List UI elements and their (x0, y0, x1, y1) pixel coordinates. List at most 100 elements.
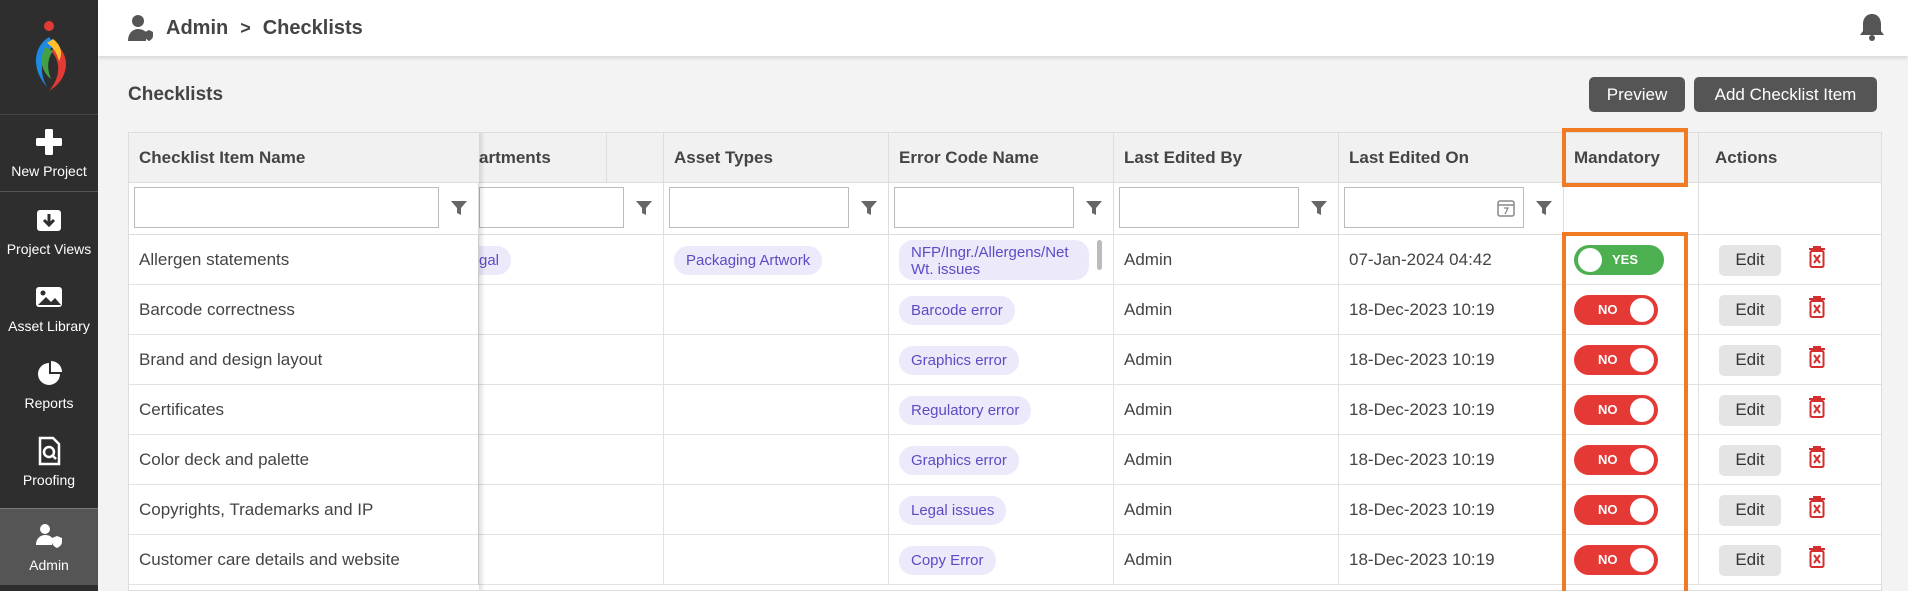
mandatory-toggle[interactable]: NO (1574, 495, 1658, 525)
table-row[interactable]: Certificates Regulatory error Admin 18-Dec-… (129, 385, 1881, 435)
edit-button[interactable]: Edit (1719, 394, 1781, 426)
filter-icon[interactable] (634, 198, 654, 218)
filter-departments-input[interactable] (479, 187, 624, 228)
bell-icon[interactable] (1858, 12, 1886, 42)
mandatory-toggle[interactable]: YES (1574, 245, 1664, 275)
table-row[interactable]: Allergen statements gal Packaging Artwork N… (129, 235, 1881, 285)
asset-type-tag: Packaging Artwork (674, 245, 823, 275)
table-row[interactable]: Customer care details and website Copy Er… (129, 535, 1881, 585)
cell-last-edited-on: 18-Dec-2023 10:19 (1339, 435, 1564, 485)
filter-icon[interactable] (1309, 198, 1329, 218)
col-header-last-edited-on[interactable]: Last Edited On (1339, 133, 1564, 183)
col-header-mandatory[interactable]: Mandatory (1564, 133, 1699, 183)
app-logo[interactable] (0, 0, 98, 115)
breadcrumb-admin[interactable]: Admin (166, 17, 228, 40)
nav-new-project[interactable]: New Project (0, 115, 98, 192)
cell-last-edited-by: Admin (1114, 485, 1339, 535)
table-row[interactable]: Brand and design layout Graphics error Adm… (129, 335, 1881, 385)
checklist-item-name: Color deck and palette (139, 450, 310, 469)
table-row[interactable]: Barcode correctness Barcode error Admin 18-… (129, 285, 1881, 335)
download-box-icon (37, 209, 61, 231)
delete-icon[interactable] (1807, 245, 1827, 269)
edit-button[interactable]: Edit (1719, 494, 1781, 526)
mandatory-toggle[interactable]: NO (1574, 295, 1658, 325)
edit-button[interactable]: Edit (1719, 244, 1781, 276)
delete-icon[interactable] (1807, 345, 1827, 369)
filter-asset-types-input[interactable] (669, 187, 849, 228)
mandatory-toggle[interactable]: NO (1574, 545, 1658, 575)
delete-icon[interactable] (1807, 295, 1827, 319)
cell-mandatory: YES (1564, 235, 1699, 285)
filter-edited-by-input[interactable] (1119, 187, 1299, 228)
filter-cell (1339, 183, 1564, 235)
table-row[interactable]: Copyrights, Trademarks and IP Legal issue… (129, 485, 1881, 535)
toggle-label: NO (1598, 352, 1618, 367)
toggle-knob (1630, 398, 1654, 422)
nav-project-views[interactable]: Project Views (0, 192, 98, 269)
filter-error-code-input[interactable] (894, 187, 1074, 228)
toggle-knob (1630, 298, 1654, 322)
cell-departments (479, 285, 664, 335)
department-tag: gal (479, 245, 512, 275)
cell-last-edited-on: 18-Dec-2023 10:19 (1339, 285, 1564, 335)
last-edited-by: Admin (1124, 550, 1173, 569)
plus-icon (36, 129, 62, 155)
mandatory-toggle[interactable]: NO (1574, 395, 1658, 425)
mandatory-toggle[interactable]: NO (1574, 445, 1658, 475)
cell-checklist-item-name: Copyrights, Trademarks and IP (129, 485, 479, 535)
nav-admin[interactable]: Admin (0, 508, 98, 585)
add-checklist-item-button[interactable]: Add Checklist Item (1694, 77, 1877, 112)
cell-mandatory: NO (1564, 335, 1699, 385)
delete-icon[interactable] (1807, 445, 1827, 469)
edit-button[interactable]: Edit (1719, 294, 1781, 326)
last-edited-by: Admin (1124, 400, 1173, 419)
cell-last-edited-on: 07-Jan-2024 04:42 (1339, 235, 1564, 285)
error-code-tag: Graphics error (899, 345, 1019, 375)
nav-label: Asset Library (8, 317, 90, 334)
nav-reports[interactable]: Reports (0, 346, 98, 423)
cell-error-code-name: Barcode error (889, 285, 1114, 335)
edit-button[interactable]: Edit (1719, 344, 1781, 376)
mandatory-toggle[interactable]: NO (1574, 345, 1658, 375)
cell-asset-types (664, 335, 889, 385)
col-header-asset-types[interactable]: Asset Types (664, 133, 889, 183)
filter-icon[interactable] (1084, 198, 1104, 218)
cell-asset-types (664, 385, 889, 435)
cell-mandatory: NO (1564, 435, 1699, 485)
delete-icon[interactable] (1807, 495, 1827, 519)
cell-departments (479, 485, 664, 535)
image-icon (36, 286, 62, 307)
filter-icon[interactable] (1534, 198, 1554, 218)
col-header-departments[interactable]: artments (479, 133, 664, 183)
filter-icon[interactable] (859, 198, 879, 218)
nav-asset-library[interactable]: Asset Library (0, 269, 98, 346)
delete-icon[interactable] (1807, 545, 1827, 569)
cell-checklist-item-name: Allergen statements (129, 235, 479, 285)
nav-proofing[interactable]: Proofing (0, 423, 98, 500)
cell-asset-types (664, 535, 889, 585)
preview-button[interactable]: Preview (1589, 77, 1685, 112)
cell-checklist-item-name: Color deck and palette (129, 435, 479, 485)
table-row[interactable]: Color deck and palette Graphics error Admi… (129, 435, 1881, 485)
cell-asset-types: Packaging Artwork (664, 235, 889, 285)
filter-cell (129, 183, 479, 235)
filter-name-input[interactable] (134, 187, 439, 228)
cell-departments (479, 535, 664, 585)
edit-button[interactable]: Edit (1719, 444, 1781, 476)
col-header-error-code-name[interactable]: Error Code Name (889, 133, 1114, 183)
cell-actions: Edit (1699, 335, 1881, 385)
checklist-item-name: Allergen statements (139, 250, 290, 269)
filter-cell (1114, 183, 1339, 235)
cell-scrollbar[interactable] (1097, 240, 1102, 270)
cell-last-edited-by: Admin (1114, 285, 1339, 335)
calendar-icon[interactable] (1496, 198, 1516, 218)
cell-error-code-name: Legal issues (889, 485, 1114, 535)
checklist-item-name: Copyrights, Trademarks and IP (139, 500, 374, 519)
delete-icon[interactable] (1807, 395, 1827, 419)
filter-icon[interactable] (449, 198, 469, 218)
cell-checklist-item-name: Barcode correctness (129, 285, 479, 335)
col-header-last-edited-by[interactable]: Last Edited By (1114, 133, 1339, 183)
last-edited-on: 18-Dec-2023 10:19 (1349, 550, 1495, 569)
edit-button[interactable]: Edit (1719, 544, 1781, 576)
admin-user-icon (36, 524, 62, 548)
